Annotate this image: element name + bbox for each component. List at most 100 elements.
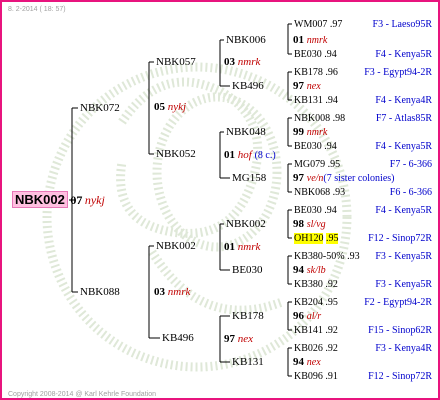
dam-name: NBK088 bbox=[80, 286, 120, 298]
gen1-origin: F15 - Sinop62R bbox=[368, 325, 432, 336]
gen2-node[interactable]: KB131 bbox=[232, 356, 264, 369]
gen1-name: WM007 bbox=[294, 19, 328, 30]
root-breeder: nykj bbox=[84, 193, 105, 207]
gen2-breeder: hof bbox=[237, 149, 252, 161]
gen1-node[interactable]: KB380-50% .93 bbox=[294, 251, 360, 262]
gen1-origin: F3 - Laeso95R bbox=[372, 19, 432, 30]
gen1-name: KB026 bbox=[294, 343, 323, 354]
gen2-name: KB496 bbox=[232, 80, 264, 92]
gen1-name: MG079 bbox=[294, 159, 326, 170]
date-stamp: 8. 2-2014 ( 18: 57) bbox=[8, 6, 66, 13]
gen1-node[interactable]: KB178 .96 bbox=[294, 67, 338, 78]
gen1-name: KB141 bbox=[294, 325, 323, 336]
gen1-origin: F2 - Egypt94-2R bbox=[364, 297, 432, 308]
gen1-year: .95 bbox=[325, 233, 339, 244]
gen1-name: BE030 bbox=[294, 49, 322, 60]
gen1-node[interactable]: KB380 .92 bbox=[294, 279, 338, 290]
gen3-node-3-info: 03 nmrk bbox=[154, 286, 190, 299]
copyright-footer: Copyright 2008-2014 @ Karl Kehrle Founda… bbox=[8, 391, 156, 398]
gen1-year: .92 bbox=[325, 279, 338, 290]
gen1-queen-info[interactable]: 94 sk/lb bbox=[293, 264, 326, 277]
gen3-node-3[interactable]: NBK002 bbox=[156, 240, 196, 253]
gen2-node[interactable]: MG158 bbox=[232, 172, 266, 185]
gen1-queen-info[interactable]: 01 nmrk bbox=[293, 34, 327, 47]
gen1-queen-year: 94 bbox=[293, 356, 304, 368]
gen2-name: KB178 bbox=[232, 310, 264, 322]
gen3-node-1[interactable]: NBK057 bbox=[156, 56, 196, 69]
gen1-node[interactable]: KB026 .92 bbox=[294, 343, 338, 354]
gen1-queen-year: 99 bbox=[293, 126, 304, 138]
gen1-year: .93 bbox=[347, 251, 360, 262]
gen1-node[interactable]: WM007 .97 bbox=[294, 19, 342, 30]
gen1-node[interactable]: OH120 .95 bbox=[294, 233, 339, 244]
gen1-year: .95 bbox=[325, 297, 338, 308]
gen1-queen-info[interactable]: 94 nex bbox=[293, 356, 321, 369]
sire-name: NBK072 bbox=[80, 102, 120, 114]
gen3-year: 05 bbox=[154, 101, 165, 113]
sire-node[interactable]: NBK072 bbox=[80, 102, 120, 115]
gen1-node[interactable]: NBK068 .93 bbox=[294, 187, 345, 198]
gen1-name: KB096 bbox=[294, 371, 323, 382]
gen1-queen-info[interactable]: 99 nmrk bbox=[293, 126, 327, 139]
gen1-node[interactable]: KB096 .91 bbox=[294, 371, 338, 382]
gen1-queen-info[interactable]: 97 ve/n(7 sister colonies) bbox=[293, 172, 395, 185]
gen3-year: 03 bbox=[154, 286, 165, 298]
gen1-node[interactable]: NBK008 .98 bbox=[294, 113, 345, 124]
gen1-year: .97 bbox=[329, 19, 343, 30]
gen3-node-1-info: 05 nykj bbox=[154, 101, 186, 114]
gen3-node-2[interactable]: NBK052 bbox=[156, 148, 196, 161]
gen2-node[interactable]: NBK002 bbox=[226, 218, 266, 231]
gen1-year: .98 bbox=[332, 113, 346, 124]
gen1-node[interactable]: MG079 .95 bbox=[294, 159, 340, 170]
gen3-name: NBK002 bbox=[156, 240, 196, 252]
gen2-node-info: 97 nex bbox=[224, 333, 253, 346]
gen1-queen-info[interactable]: 98 sl/vg bbox=[293, 218, 326, 231]
gen1-node[interactable]: BE030 .94 bbox=[294, 49, 337, 60]
gen1-queen-year: 94 bbox=[293, 264, 304, 276]
gen3-name: NBK057 bbox=[156, 56, 196, 68]
gen2-node[interactable]: NBK048 bbox=[226, 126, 266, 139]
gen1-origin: F4 - Kenya5R bbox=[375, 49, 432, 60]
gen1-name: KB131 bbox=[294, 95, 323, 106]
gen1-node[interactable]: BE030 .94 bbox=[294, 141, 337, 152]
gen2-year: 03 bbox=[224, 56, 235, 68]
gen1-node[interactable]: KB141 .92 bbox=[294, 325, 338, 336]
gen1-queen-year: 97 bbox=[293, 172, 304, 184]
root-node[interactable]: NBK002 07 nykj bbox=[12, 191, 105, 208]
gen1-year: .94 bbox=[324, 49, 337, 60]
gen1-origin: F4 - Kenya5R bbox=[375, 205, 432, 216]
gen1-origin: F3 - Kenya5R bbox=[375, 279, 432, 290]
gen1-queen-info[interactable]: 97 nex bbox=[293, 80, 321, 93]
dam-node[interactable]: NBK088 bbox=[80, 286, 120, 299]
gen2-node[interactable]: NBK006 bbox=[226, 34, 266, 47]
gen2-node[interactable]: KB496 bbox=[232, 80, 264, 93]
gen3-node-4[interactable]: KB496 bbox=[162, 332, 194, 345]
gen1-year: .94 bbox=[324, 141, 337, 152]
gen1-node[interactable]: BE030 .94 bbox=[294, 205, 337, 216]
gen2-node-info: 03 nmrk bbox=[224, 56, 260, 69]
gen1-breeder: ve/n bbox=[306, 173, 324, 184]
gen1-origin: F3 - Kenya4R bbox=[375, 343, 432, 354]
gen1-note: (7 sister colonies) bbox=[323, 173, 395, 184]
gen2-name: KB131 bbox=[232, 356, 264, 368]
gen1-origin: F3 - Egypt94-2R bbox=[364, 67, 432, 78]
gen1-queen-year: 96 bbox=[293, 310, 304, 322]
gen1-name: NBK068 bbox=[294, 187, 331, 198]
gen1-breeder: nex bbox=[306, 81, 321, 92]
gen1-queen-year: 97 bbox=[293, 80, 304, 92]
gen1-breeder: sl/vg bbox=[306, 219, 326, 230]
gen1-name: NBK008 bbox=[294, 113, 331, 124]
gen1-queen-info[interactable]: 96 al/r bbox=[293, 310, 321, 323]
gen1-node[interactable]: KB131 .94 bbox=[294, 95, 338, 106]
gen1-origin: F12 - Sinop72R bbox=[368, 233, 432, 244]
gen3-name: KB496 bbox=[162, 332, 194, 344]
gen2-node[interactable]: BE030 bbox=[232, 264, 263, 277]
gen1-breeder: nmrk bbox=[306, 35, 328, 46]
gen1-name: BE030 bbox=[294, 141, 322, 152]
gen3-breeder: nmrk bbox=[167, 286, 191, 298]
gen2-breeder: nmrk bbox=[237, 241, 261, 253]
gen2-node[interactable]: KB178 bbox=[232, 310, 264, 323]
gen2-breeder: nex bbox=[237, 333, 254, 345]
gen2-node-info: 01 hof (8 c.) bbox=[224, 149, 276, 162]
gen1-node[interactable]: KB204 .95 bbox=[294, 297, 338, 308]
